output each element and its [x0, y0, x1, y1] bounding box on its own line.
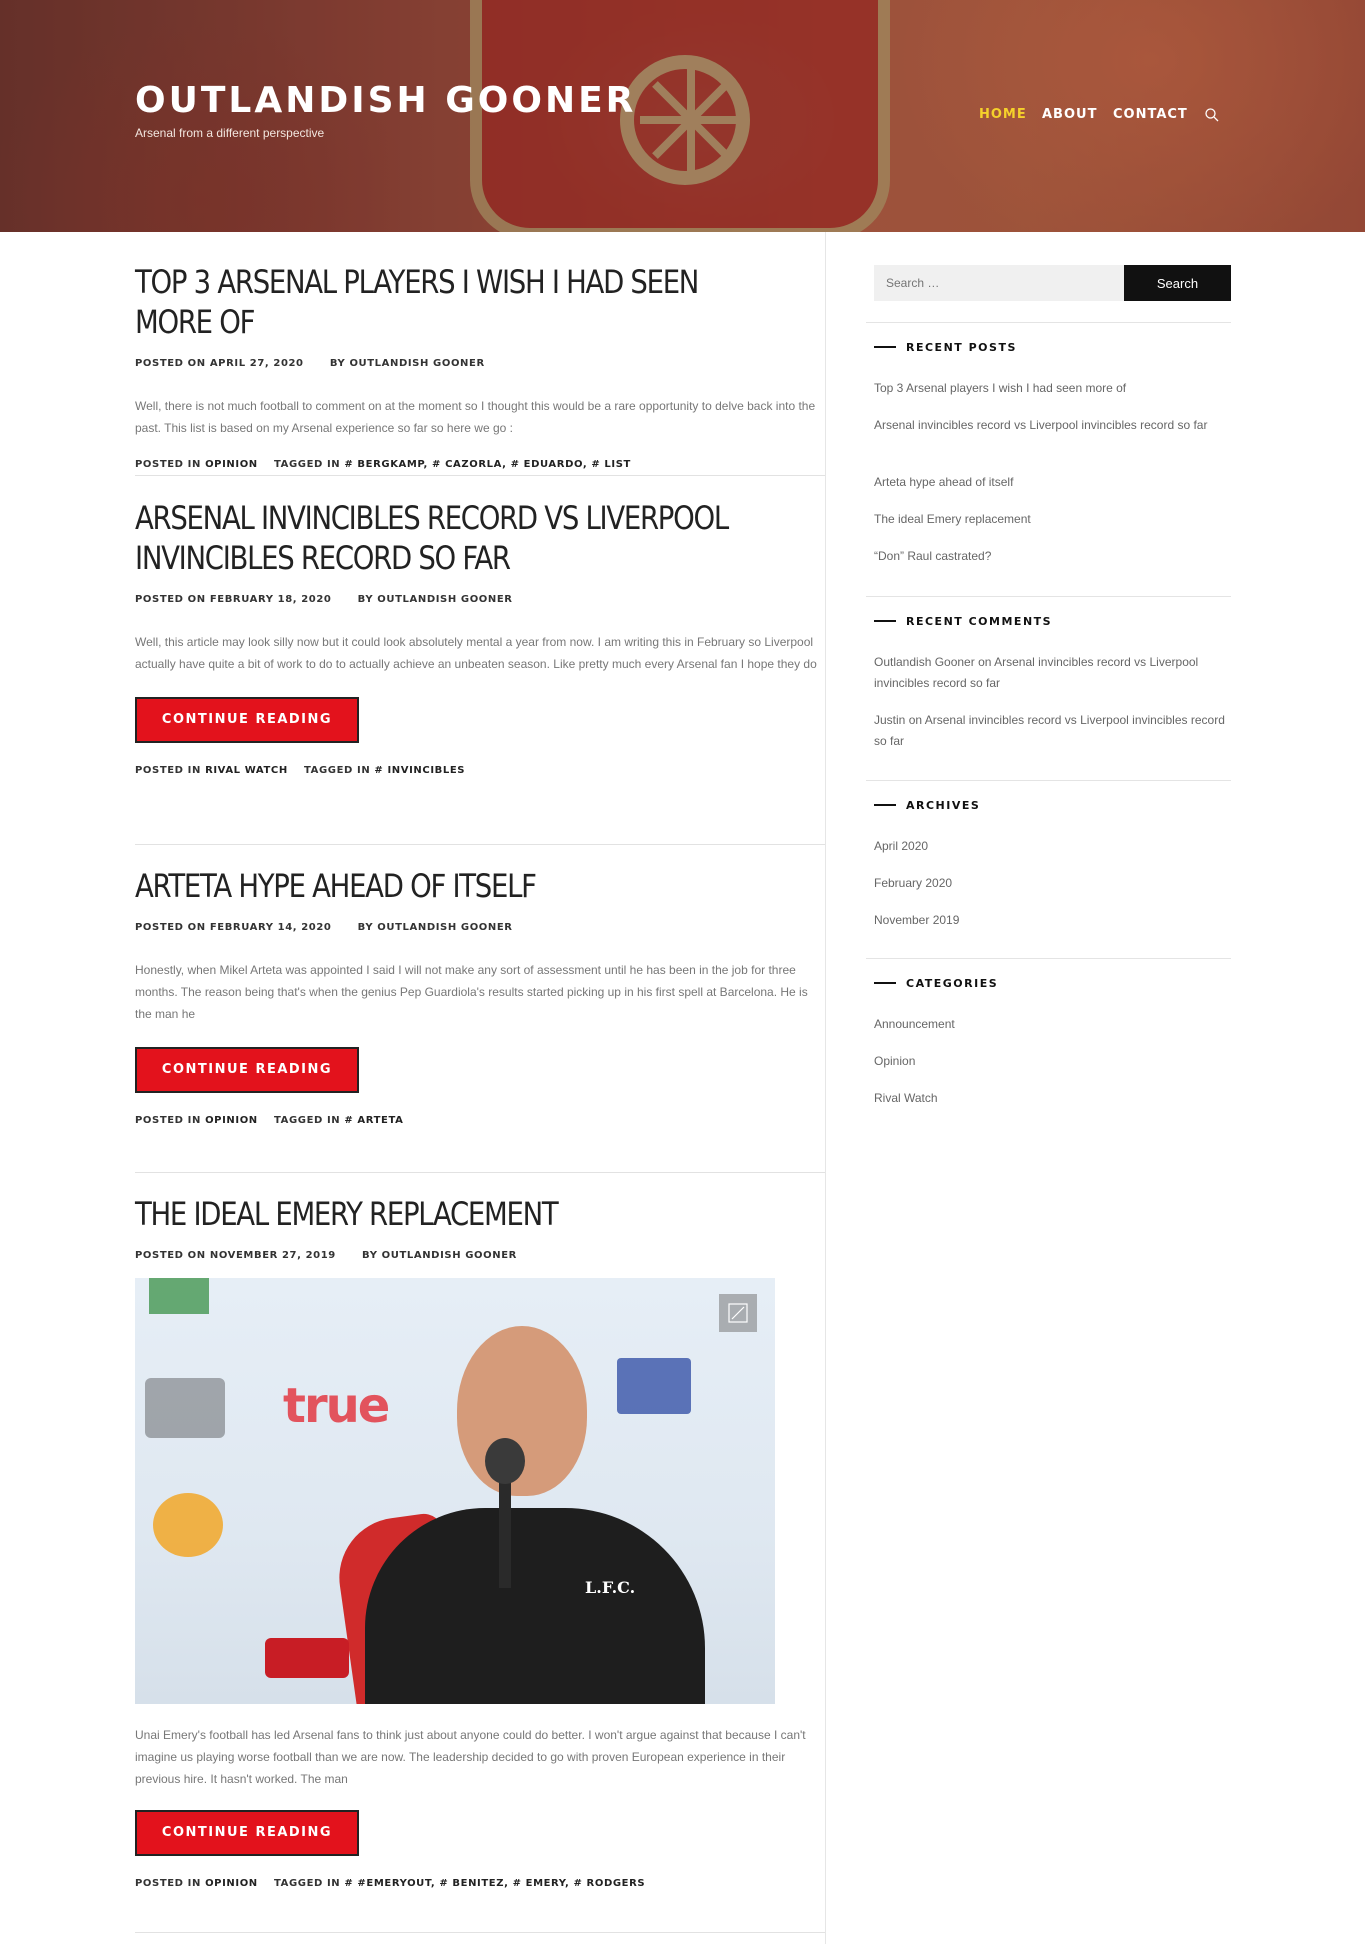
person-body-graphic	[365, 1508, 705, 1704]
post-item: THE IDEAL EMERY REPLACEMENT POSTED ON NO…	[135, 1194, 825, 1889]
widget-title-recent-comments: RECENT COMMENTS	[874, 615, 1052, 628]
tag-link[interactable]: # CAZORLA,	[432, 459, 507, 470]
recent-post-link[interactable]: “Don” Raul castrated?	[874, 546, 1231, 567]
post-item: ARTETA HYPE AHEAD OF ITSELF POSTED ON FE…	[135, 866, 825, 1126]
search-button[interactable]: Search	[1124, 265, 1231, 301]
tag-link[interactable]: # EDUARDO,	[511, 459, 588, 470]
post-separator	[135, 844, 825, 845]
recent-post-link[interactable]: Top 3 Arsenal players I wish I had seen …	[874, 378, 1231, 399]
site-tagline: Arsenal from a different perspective	[135, 126, 325, 140]
widget-separator	[866, 780, 1231, 781]
sponsor-logo-graphic	[153, 1493, 223, 1557]
shirt-crest-text: L.F.C.	[585, 1578, 636, 1597]
tag-link[interactable]: # LIST	[591, 459, 631, 470]
archive-link[interactable]: February 2020	[874, 873, 1231, 894]
category-link[interactable]: Opinion	[874, 1051, 1231, 1072]
sponsor-logo-text: true	[283, 1378, 390, 1434]
search-input[interactable]	[874, 265, 1124, 301]
comment-post-link[interactable]: Arsenal invincibles record vs Liverpool …	[874, 713, 1225, 748]
microphone-icon	[485, 1438, 525, 1484]
comment-author[interactable]: Outlandish Gooner	[874, 655, 975, 669]
nav-home[interactable]: HOME	[979, 107, 1027, 122]
tag-link[interactable]: # #EMERYOUT,	[344, 1878, 435, 1889]
post-excerpt: Well, there is not much football to comm…	[135, 399, 816, 435]
comment-author[interactable]: Justin	[874, 713, 905, 727]
post-meta: POSTED ON FEBRUARY 14, 2020 BY OUTLANDIS…	[135, 922, 513, 933]
archive-link[interactable]: November 2019	[874, 910, 1231, 931]
post-excerpt: Well, this article may look silly now bu…	[135, 635, 817, 671]
post-excerpt: Honestly, when Mikel Arteta was appointe…	[135, 963, 808, 1021]
post-author[interactable]: OUTLANDISH GOONER	[377, 922, 512, 933]
post-date[interactable]: FEBRUARY 18, 2020	[210, 594, 332, 605]
post-author[interactable]: OUTLANDISH GOONER	[382, 1250, 517, 1261]
tag-link[interactable]: # BERGKAMP,	[344, 459, 428, 470]
post-meta: POSTED ON NOVEMBER 27, 2019 BY OUTLANDIS…	[135, 1250, 517, 1261]
post-separator	[135, 1932, 825, 1933]
recent-post-link[interactable]: Arsenal invincibles record vs Liverpool …	[874, 415, 1231, 436]
post-category-link[interactable]: RIVAL WATCH	[205, 765, 288, 776]
post-author[interactable]: OUTLANDISH GOONER	[377, 594, 512, 605]
nav-about[interactable]: ABOUT	[1042, 107, 1097, 122]
post-item: TOP 3 ARSENAL PLAYERS I WISH I HAD SEEN …	[135, 262, 825, 470]
search-icon[interactable]	[1204, 107, 1220, 123]
continue-reading-button[interactable]: CONTINUE READING	[135, 697, 359, 743]
category-link[interactable]: Announcement	[874, 1014, 1231, 1035]
post-title[interactable]: ARTETA HYPE AHEAD OF ITSELF	[135, 866, 754, 906]
sponsor-logo-graphic	[145, 1378, 225, 1438]
featured-image[interactable]: true L.F.C.	[135, 1278, 775, 1704]
tag-link[interactable]: # EMERY,	[513, 1878, 570, 1889]
post-title[interactable]: TOP 3 ARSENAL PLAYERS I WISH I HAD SEEN …	[135, 262, 754, 342]
content-sidebar-divider	[825, 232, 826, 1944]
widget-title-archives: ARCHIVES	[874, 799, 980, 812]
widget-title-categories: CATEGORIES	[874, 977, 998, 990]
site-header: OUTLANDISH GOONER Arsenal from a differe…	[0, 0, 1365, 232]
post-category-link[interactable]: OPINION	[205, 459, 258, 470]
recent-comment-item: Justin on Arsenal invincibles record vs …	[874, 713, 1225, 748]
recent-post-link[interactable]: Arteta hype ahead of itself	[874, 472, 1231, 493]
continue-reading-button[interactable]: CONTINUE READING	[135, 1047, 359, 1093]
microphone-stem-graphic	[499, 1478, 511, 1588]
recent-post-link[interactable]: The ideal Emery replacement	[874, 509, 1231, 530]
tag-link[interactable]: # INVINCIBLES	[374, 765, 465, 776]
site-title[interactable]: OUTLANDISH GOONER	[135, 80, 636, 121]
continue-reading-button[interactable]: CONTINUE READING	[135, 1810, 359, 1856]
post-author[interactable]: OUTLANDISH GOONER	[349, 358, 484, 369]
category-link[interactable]: Rival Watch	[874, 1088, 1231, 1109]
sponsor-logo-graphic	[617, 1358, 691, 1414]
post-separator	[135, 1172, 825, 1173]
post-footer: POSTED IN OPINION TAGGED IN # ARTETA	[135, 1115, 404, 1126]
tag-link[interactable]: # ARTETA	[344, 1115, 403, 1126]
recent-comment-item: Outlandish Gooner on Arsenal invincibles…	[874, 655, 1199, 690]
post-excerpt: Unai Emery's football has led Arsenal fa…	[135, 1728, 806, 1786]
post-separator	[135, 475, 825, 476]
post-meta: POSTED ON FEBRUARY 18, 2020 BY OUTLANDIS…	[135, 594, 513, 605]
widget-separator	[866, 322, 1231, 323]
post-title[interactable]: THE IDEAL EMERY REPLACEMENT	[135, 1194, 754, 1234]
sponsor-logo-graphic	[149, 1278, 209, 1314]
post-category-link[interactable]: OPINION	[205, 1115, 258, 1126]
nav-contact[interactable]: CONTACT	[1113, 107, 1188, 122]
post-footer: POSTED IN OPINION TAGGED IN # #EMERYOUT,…	[135, 1878, 646, 1889]
search-form: Search	[874, 265, 1231, 301]
post-footer: POSTED IN RIVAL WATCH TAGGED IN # INVINC…	[135, 765, 466, 776]
expand-icon[interactable]	[719, 1294, 757, 1332]
post-date[interactable]: NOVEMBER 27, 2019	[210, 1250, 336, 1261]
post-meta: POSTED ON APRIL 27, 2020 BY OUTLANDISH G…	[135, 358, 485, 369]
post-footer: POSTED IN OPINION TAGGED IN # BERGKAMP, …	[135, 459, 631, 470]
archive-link[interactable]: April 2020	[874, 836, 1231, 857]
post-title[interactable]: ARSENAL INVINCIBLES RECORD VS LIVERPOOL …	[135, 498, 754, 578]
post-item: ARSENAL INVINCIBLES RECORD VS LIVERPOOL …	[135, 498, 825, 776]
widget-title-recent-posts: RECENT POSTS	[874, 341, 1017, 354]
post-date[interactable]: APRIL 27, 2020	[210, 358, 304, 369]
tag-link[interactable]: # BENITEZ,	[439, 1878, 508, 1889]
post-date[interactable]: FEBRUARY 14, 2020	[210, 922, 332, 933]
lfctv-microphone-graphic	[265, 1638, 349, 1678]
widget-separator	[866, 958, 1231, 959]
widget-separator	[866, 596, 1231, 597]
tag-link[interactable]: # RODGERS	[573, 1878, 645, 1889]
post-category-link[interactable]: OPINION	[205, 1878, 258, 1889]
